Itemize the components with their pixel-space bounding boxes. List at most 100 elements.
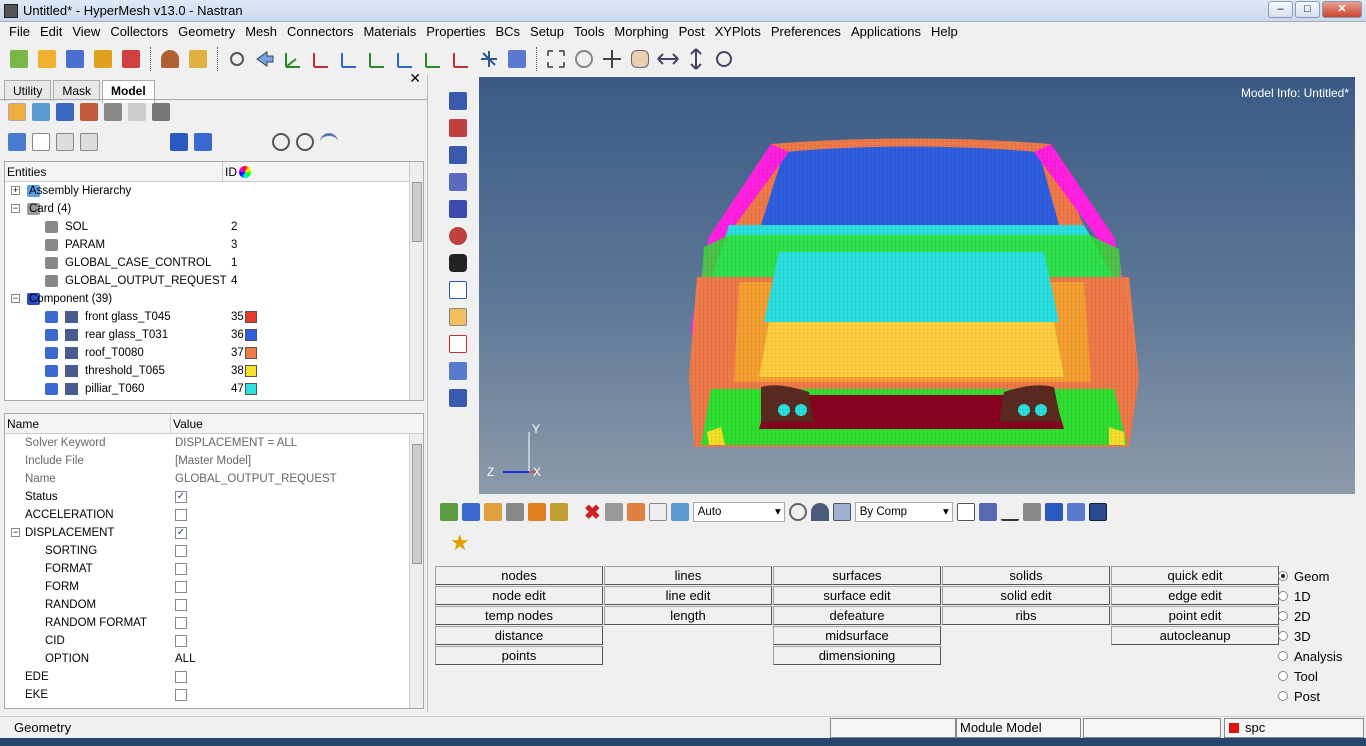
property-checkbox[interactable]: [175, 671, 187, 683]
menu-post[interactable]: Post: [674, 22, 710, 42]
property-row[interactable]: EKE: [5, 686, 423, 704]
property-checkbox[interactable]: [175, 563, 187, 575]
color-mode-dropdown[interactable]: By Comp ▾: [854, 502, 953, 522]
vis-mode-dropdown[interactable]: Auto ▾: [692, 502, 785, 522]
fit-icon[interactable]: [571, 46, 597, 72]
panel-button-distance[interactable]: distance: [435, 626, 603, 645]
zoom-window-icon[interactable]: [543, 46, 569, 72]
property-value[interactable]: GLOBAL_OUTPUT_REQUEST: [175, 470, 337, 488]
mesh-toggle-icon[interactable]: [65, 347, 78, 359]
tree-scrollbar[interactable]: [409, 162, 423, 400]
radio-dot[interactable]: [1278, 591, 1288, 601]
property-row[interactable]: FORMAT: [5, 560, 423, 578]
property-value[interactable]: ALL: [175, 650, 195, 668]
pan-icon[interactable]: [599, 46, 625, 72]
color-swatch[interactable]: [245, 329, 257, 341]
property-row[interactable]: OPTION ALL: [5, 650, 423, 668]
property-checkbox[interactable]: [175, 581, 187, 593]
abc-label-icon[interactable]: [449, 308, 467, 326]
vertical-pan-icon[interactable]: [683, 46, 709, 72]
tree-row[interactable]: pilliar_T060 47: [5, 380, 423, 398]
menu-edit[interactable]: Edit: [35, 22, 67, 42]
property-checkbox[interactable]: ✓: [175, 527, 187, 539]
solid-cube-icon[interactable]: [978, 503, 997, 521]
panel-button-solids[interactable]: solids: [942, 566, 1110, 585]
property-checkbox[interactable]: [175, 635, 187, 647]
line-icon[interactable]: [1000, 503, 1019, 521]
panel-close-icon[interactable]: ✕: [409, 70, 421, 87]
wireframe-icon[interactable]: [449, 146, 467, 164]
property-checkbox[interactable]: [175, 617, 187, 629]
panel-button-point-edit[interactable]: point edit: [1111, 606, 1279, 625]
tree-row[interactable]: + Assembly Hierarchy: [5, 182, 423, 200]
mask-icon[interactable]: [604, 503, 623, 521]
properties-icon[interactable]: [484, 503, 502, 521]
page-radio-analysis[interactable]: Analysis: [1278, 646, 1366, 666]
menu-setup[interactable]: Setup: [525, 22, 569, 42]
show-all-icon[interactable]: [272, 133, 290, 151]
bounding-box-icon[interactable]: [449, 389, 467, 407]
color-wheel-icon[interactable]: [239, 165, 251, 178]
zoom-icon[interactable]: [224, 46, 250, 72]
view-xy-icon[interactable]: [308, 46, 334, 72]
editor-scrollbar[interactable]: [409, 434, 423, 708]
expand-toggle-icon[interactable]: −: [11, 294, 20, 303]
property-row[interactable]: EDE: [5, 668, 423, 686]
property-row[interactable]: CID: [5, 632, 423, 650]
entity-type-icon[interactable]: [194, 133, 212, 151]
property-row[interactable]: Solver Keyword DISPLACEMENT = ALL: [5, 434, 423, 452]
color-swatch[interactable]: [245, 383, 257, 395]
shaded-elements-icon[interactable]: [449, 119, 467, 137]
tab-mask[interactable]: Mask: [53, 80, 101, 101]
color-swatch[interactable]: [245, 365, 257, 377]
mesh-toggle-icon[interactable]: [65, 383, 78, 395]
property-row[interactable]: RANDOM FORMAT: [5, 614, 423, 632]
color-swatch[interactable]: [245, 347, 257, 359]
panel-button-surfaces[interactable]: surfaces: [773, 566, 941, 585]
property-checkbox[interactable]: ✓: [175, 491, 187, 503]
open-model-icon[interactable]: [34, 46, 60, 72]
panel-button-ribs[interactable]: ribs: [942, 606, 1110, 625]
view-export-icon[interactable]: [504, 46, 530, 72]
unmask-icon[interactable]: [626, 503, 645, 521]
view-zx-icon[interactable]: [364, 46, 390, 72]
element-edges-icon[interactable]: [449, 200, 467, 218]
mesh-toggle-icon[interactable]: [65, 329, 78, 341]
tree-row[interactable]: roof_T0080 37: [5, 344, 423, 362]
radio-dot[interactable]: [1278, 571, 1288, 581]
panel-button-surface-edit[interactable]: surface edit: [773, 586, 941, 605]
tree-row[interactable]: − Component (39): [5, 290, 423, 308]
panel-button-dimensioning[interactable]: dimensioning: [773, 646, 941, 665]
grid-icon[interactable]: [1066, 503, 1085, 521]
radio-dot[interactable]: [1278, 611, 1288, 621]
radio-dot[interactable]: [1278, 691, 1288, 701]
property-row[interactable]: ACCELERATION: [5, 506, 423, 524]
tab-utility[interactable]: Utility: [4, 80, 52, 101]
expand-toggle-icon[interactable]: +: [11, 186, 20, 195]
panel-button-length[interactable]: length: [604, 606, 772, 625]
abc-text-icon[interactable]: [449, 335, 467, 353]
menu-morphing[interactable]: Morphing: [609, 22, 673, 42]
menu-properties[interactable]: Properties: [421, 22, 490, 42]
radio-dot[interactable]: [1278, 651, 1288, 661]
panel-button-autocleanup[interactable]: autocleanup: [1111, 626, 1279, 645]
menu-xyplots[interactable]: XYPlots: [710, 22, 766, 42]
checklist-icon[interactable]: [32, 133, 50, 151]
menu-collectors[interactable]: Collectors: [105, 22, 173, 42]
maximize-button[interactable]: □: [1295, 1, 1320, 18]
tree-row[interactable]: − Card (4): [5, 200, 423, 218]
assembly-view-icon[interactable]: [32, 103, 50, 121]
assemblies-icon[interactable]: [462, 503, 480, 521]
new-model-icon[interactable]: [6, 46, 32, 72]
collapse-tree-icon[interactable]: [80, 133, 98, 151]
menu-connectors[interactable]: Connectors: [282, 22, 358, 42]
cube-icon[interactable]: [832, 503, 851, 521]
create-entity-icon[interactable]: [170, 133, 188, 151]
radio-dot[interactable]: [1278, 671, 1288, 681]
tree-row[interactable]: GLOBAL_OUTPUT_REQUEST 4: [5, 272, 423, 290]
panel-button-line-edit[interactable]: line edit: [604, 586, 772, 605]
menu-file[interactable]: File: [4, 22, 35, 42]
save-model-icon[interactable]: [62, 46, 88, 72]
menu-tools[interactable]: Tools: [569, 22, 609, 42]
menu-materials[interactable]: Materials: [358, 22, 421, 42]
